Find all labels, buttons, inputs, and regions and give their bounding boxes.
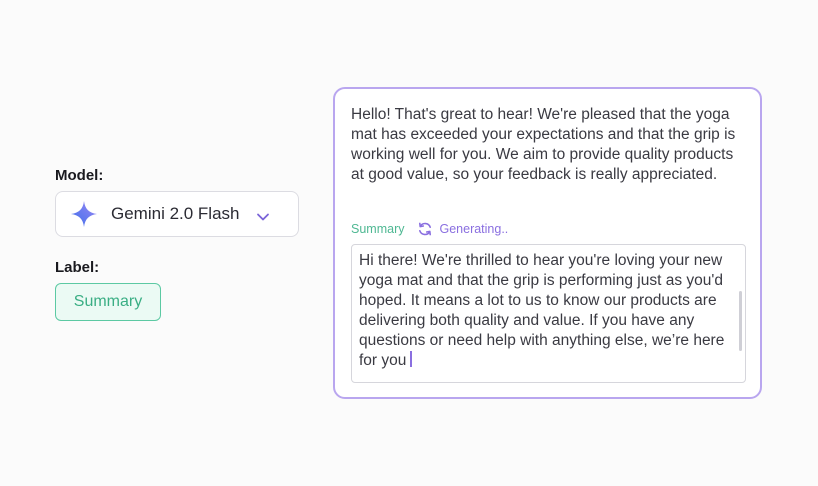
model-select[interactable]: Gemini 2.0 Flash [55,191,299,237]
chevron-down-icon[interactable] [256,209,270,221]
label-label: Label: [55,259,100,276]
response-text: Hi there! We're thrilled to hear you're … [359,252,725,369]
response-textarea[interactable]: Hi there! We're thrilled to hear you're … [351,244,746,383]
customer-message-text: Hello! That's great to hear! We're pleas… [351,106,736,183]
model-name: Gemini 2.0 Flash [111,204,240,223]
scrollbar[interactable] [739,291,742,351]
text-caret [410,351,413,367]
refresh-icon [417,221,433,237]
generation-status: Summary Generating.. [351,221,508,237]
model-label: Model: [55,167,104,184]
response-card: Hello! That's great to hear! We're pleas… [333,87,762,399]
gemini-sparkle-icon [70,200,98,228]
status-generating-text: Generating.. [439,222,509,236]
status-summary-label: Summary [351,222,405,236]
summary-label-badge[interactable]: Summary [55,283,161,321]
